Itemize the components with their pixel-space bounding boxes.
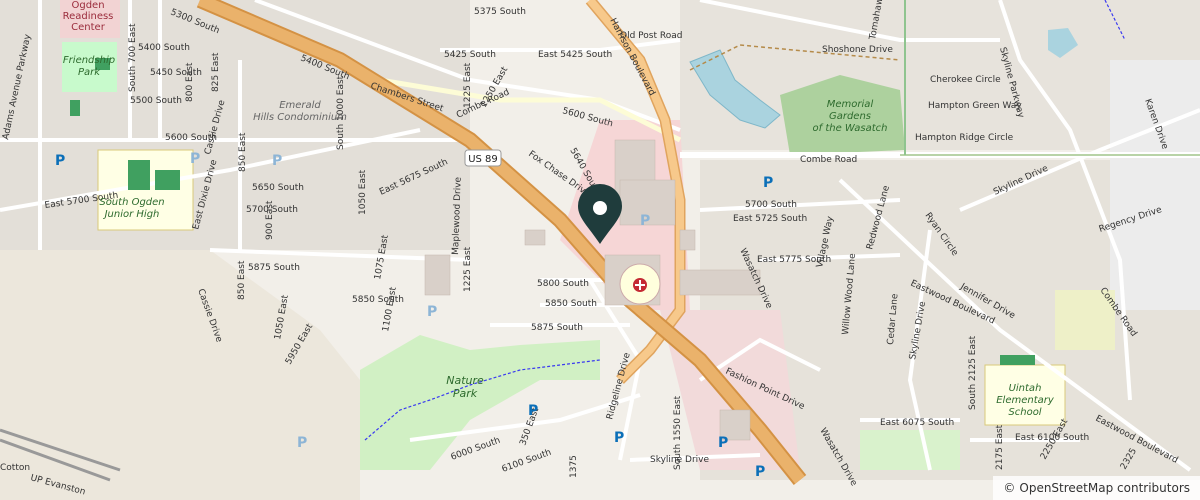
road-label-900-east: 900 East: [265, 200, 275, 240]
emerald-hills-label: Emerald Hills Condominium: [253, 100, 347, 123]
parking-icon: P: [755, 464, 765, 480]
map-attribution: © OpenStreetMap contributors: [993, 476, 1200, 500]
road-label-2175-east: 2175 East: [995, 424, 1005, 470]
road-label-5400-south: 5400 South: [138, 43, 190, 53]
road-label-5850-south: 5850 South: [545, 299, 597, 309]
copyright-symbol: ©: [1003, 481, 1016, 495]
nature-park-label: Nature Park: [446, 374, 484, 400]
parking-icon: P: [718, 435, 728, 451]
us89-shield-text: US 89: [468, 154, 498, 165]
parking-icon: P: [640, 213, 650, 229]
green-area-bottom: [860, 430, 960, 470]
parking-icon: P: [528, 403, 538, 419]
label-cotton: Cotton: [0, 463, 30, 473]
ogden-readiness-center-label: Ogden Readiness Center: [62, 0, 114, 33]
road-label-hampton-green-way: Hampton Green Way: [928, 101, 1022, 111]
road-label-5700-south-b: 5700 South: [745, 200, 797, 210]
road-label-5875-south: 5875 South: [248, 263, 300, 273]
south-ogden-junior-high-label: South Ogden Junior High: [99, 197, 165, 220]
road-label-combe-road-b: Combe Road: [800, 155, 857, 165]
friendship-park-label: Friendship Park: [62, 55, 116, 78]
road-label-east-5425-south: East 5425 South: [538, 50, 612, 60]
road-label-south-700-east: South 700 East: [128, 23, 138, 92]
road-label-south-2125-east: South 2125 East: [968, 335, 978, 410]
road-label-850-east-b: 850 East: [237, 260, 247, 300]
road-label-1225-east: 1225 East: [463, 62, 473, 108]
map-canvas[interactable]: 5375 South 5300 South 5400 South 5400 So…: [0, 0, 1200, 500]
parking-icon: P: [55, 153, 65, 169]
us89-shield: US 89: [464, 149, 502, 167]
road-label-hampton-ridge-circle: Hampton Ridge Circle: [915, 133, 1014, 143]
road-label-5425-south: 5425 South: [444, 50, 496, 60]
road-label-5650-south: 5650 South: [252, 183, 304, 193]
road-label-850-east: 850 East: [238, 132, 248, 172]
road-label-1375: 1375: [569, 455, 579, 478]
road-label-old-post-road: Old Post Road: [620, 31, 682, 41]
parking-icon: P: [427, 304, 437, 320]
road-label-800-east: 800 East: [185, 62, 195, 102]
road-label-east-5725-south: East 5725 South: [733, 214, 807, 224]
road-label-1225-east-b: 1225 East: [463, 246, 473, 292]
road-label-1050-east: 1050 East: [358, 169, 368, 215]
road-label-5875-south-b: 5875 South: [531, 323, 583, 333]
industrial-area: [1110, 60, 1200, 310]
hospital-icon[interactable]: [633, 278, 647, 292]
road-label-825-east: 825 East: [211, 52, 221, 92]
memorial-gardens-label: Memorial Gardens of the Wasatch: [812, 99, 888, 134]
parking-icon: P: [763, 175, 773, 191]
parking-icon: P: [614, 430, 624, 446]
road-label-5500-south: 5500 South: [130, 96, 182, 106]
parking-icon: P: [297, 435, 307, 451]
road-label-shoshone-drive: Shoshone Drive: [822, 45, 893, 55]
parking-icon: P: [190, 151, 200, 167]
road-label-cherokee-circle: Cherokee Circle: [930, 75, 1001, 85]
road-label-south-1550-east: South 1550 East: [673, 395, 683, 470]
road-label-5375-south: 5375 South: [474, 7, 526, 17]
road-label-east-6075-south: East 6075 South: [880, 418, 954, 428]
attribution-link[interactable]: OpenStreetMap contributors: [1019, 476, 1190, 500]
parking-icon: P: [272, 153, 282, 169]
uintah-elementary-label: Uintah Elementary School: [996, 383, 1054, 418]
road-label-5800-south: 5800 South: [537, 279, 589, 289]
